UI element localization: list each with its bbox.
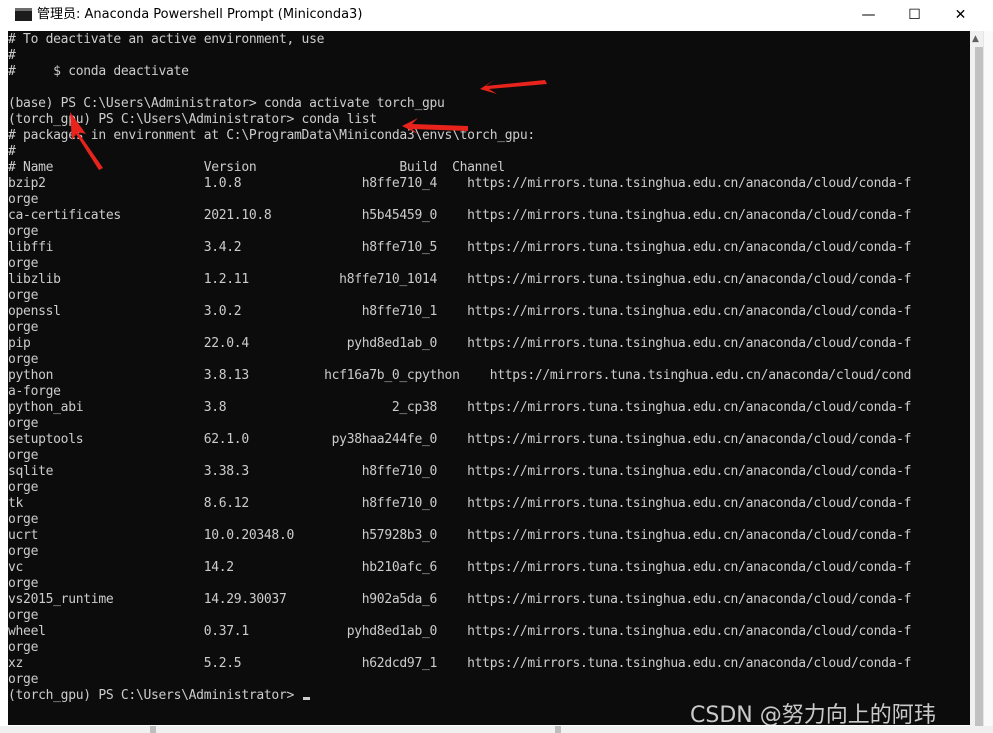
console-line: openssl 3.0.2 h8ffe710_1 https://mirrors…	[8, 304, 912, 319]
console-line: orge	[8, 480, 39, 495]
console-line: # $ conda deactivate	[8, 64, 189, 79]
console-line: orge	[8, 448, 39, 463]
window-title: 管理员: Anaconda Powershell Prompt (Minicon…	[37, 7, 363, 22]
prompt-text: (torch_gpu) PS C:\Users\Administrator>	[8, 688, 302, 703]
console-line: sqlite 3.38.3 h8ffe710_0 https://mirrors…	[8, 464, 912, 479]
console-line: orge	[8, 416, 39, 431]
background-mark	[150, 726, 156, 733]
background-mark	[555, 726, 561, 733]
console-line: # Name Version Build Channel	[8, 160, 505, 175]
close-button[interactable]: ✕	[938, 0, 983, 31]
console-line: # To deactivate an active environment, u…	[8, 32, 325, 47]
terminal-icon	[15, 8, 32, 21]
console-line: orge	[8, 672, 39, 687]
console-line: tk 8.6.12 h8ffe710_0 https://mirrors.tun…	[8, 496, 912, 511]
console-line: python_abi 3.8 2_cp38 https://mirrors.tu…	[8, 400, 912, 415]
console-line: #	[8, 144, 16, 159]
console-line: orge	[8, 320, 39, 335]
console-line: pip 22.0.4 pyhd8ed1ab_0 https://mirrors.…	[8, 336, 912, 351]
prompt-line[interactable]: (torch_gpu) PS C:\Users\Administrator>	[8, 688, 310, 704]
console-line: ucrt 10.0.20348.0 h57928b3_0 https://mir…	[8, 528, 912, 543]
console-line: vs2015_runtime 14.29.30037 h902a5da_6 ht…	[8, 592, 912, 607]
console-line: orge	[8, 544, 39, 559]
cursor	[302, 697, 310, 700]
console-line: xz 5.2.5 h62dcd97_1 https://mirrors.tuna…	[8, 656, 912, 671]
console-line: (base) PS C:\Users\Administrator> conda …	[8, 96, 445, 111]
scrollbar-thumb[interactable]	[975, 47, 983, 727]
console-line: vc 14.2 hb210afc_6 https://mirrors.tuna.…	[8, 560, 912, 575]
console-line: orge	[8, 192, 39, 207]
terminal-window: 管理员: Anaconda Powershell Prompt (Minicon…	[0, 0, 970, 726]
console-line: setuptools 62.1.0 py38haa244fe_0 https:/…	[8, 432, 912, 447]
maximize-button[interactable]: ☐	[892, 0, 937, 31]
minimize-button[interactable]: —	[846, 0, 891, 31]
scroll-up-icon[interactable]: ▲	[972, 34, 979, 44]
console-line: orge	[8, 512, 39, 527]
console-line: bzip2 1.0.8 h8ffe710_4 https://mirrors.t…	[8, 176, 912, 191]
console-line: orge	[8, 352, 39, 367]
background-window-edge	[983, 31, 993, 726]
csdn-watermark: CSDN @努力向上的阿玮	[690, 703, 936, 728]
console-line: orge	[8, 288, 39, 303]
console-line: libffi 3.4.2 h8ffe710_5 https://mirrors.…	[8, 240, 912, 255]
console-line: orge	[8, 576, 39, 591]
console-line: orge	[8, 640, 39, 655]
console-line: python 3.8.13 hcf16a7b_0_cpython https:/…	[8, 368, 912, 383]
console-line: orge	[8, 224, 39, 239]
console-line: (torch_gpu) PS C:\Users\Administrator> c…	[8, 112, 377, 127]
console-line: # packages in environment at C:\ProgramD…	[8, 128, 535, 143]
console-line: libzlib 1.2.11 h8ffe710_1014 https://mir…	[8, 272, 912, 287]
console-line: wheel 0.37.1 pyhd8ed1ab_0 https://mirror…	[8, 624, 912, 639]
console-line: ca-certificates 2021.10.8 h5b45459_0 htt…	[8, 208, 912, 223]
console-line: a-forge	[8, 384, 61, 399]
console-line: orge	[8, 608, 39, 623]
console-line: #	[8, 48, 16, 63]
console-line: orge	[8, 256, 39, 271]
title-bar[interactable]: 管理员: Anaconda Powershell Prompt (Minicon…	[0, 0, 970, 31]
console-output[interactable]: # To deactivate an active environment, u…	[8, 31, 970, 725]
